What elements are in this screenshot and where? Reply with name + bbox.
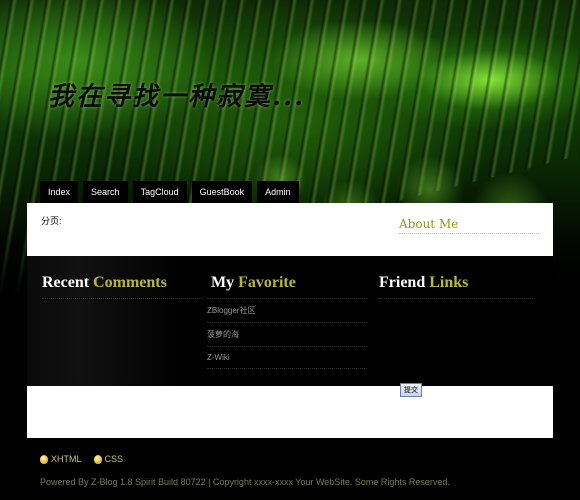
my-favorite-title: My Favorite xyxy=(207,274,367,299)
xhtml-label: XHTML xyxy=(51,454,82,464)
lower-panel: 提交 xyxy=(27,383,553,438)
nav-admin[interactable]: Admin xyxy=(257,181,299,203)
favorite-link-boluo[interactable]: 菠萝的海 xyxy=(207,323,367,347)
friend-links-title-lead: Friend xyxy=(379,274,426,291)
site-tagline: 我在寻找一种寂寞... xyxy=(48,82,306,112)
friend-links-widget: Friend Links xyxy=(379,274,533,299)
friend-links-title-accent: Links xyxy=(429,274,469,291)
xhtml-link[interactable]: XHTML xyxy=(40,454,82,464)
footer-validators: XHTML CSS xyxy=(40,454,123,464)
bulb-icon xyxy=(93,454,102,464)
my-favorite-widget: My Favorite ZBlogger社区 菠萝的海 Z-Wiki xyxy=(207,274,367,369)
recent-comments-title-accent: Comments xyxy=(93,274,167,291)
submit-button[interactable]: 提交 xyxy=(400,383,422,397)
content-panel: 分页: About Me xyxy=(27,203,553,256)
main-nav: Index Search TagCloud GuestBook Admin xyxy=(40,181,299,203)
nav-index[interactable]: Index xyxy=(40,181,79,203)
favorite-link-zblogger[interactable]: ZBlogger社区 xyxy=(207,299,367,323)
recent-comments-title: Recent Comments xyxy=(42,274,202,299)
friend-links-title: Friend Links xyxy=(379,274,533,299)
nav-search[interactable]: Search xyxy=(83,181,128,203)
footer-copyright: Powered By Z-Blog 1.8 Spirit Build 80722… xyxy=(40,477,450,487)
my-favorite-title-lead: My xyxy=(211,274,235,291)
bulb-icon xyxy=(40,454,48,464)
nav-tagcloud[interactable]: TagCloud xyxy=(132,181,187,203)
pager-label: 分页: xyxy=(41,216,62,226)
my-favorite-title-accent: Favorite xyxy=(238,274,296,291)
css-label: CSS xyxy=(104,454,124,464)
css-link[interactable]: CSS xyxy=(93,454,124,464)
nav-guestbook[interactable]: GuestBook xyxy=(191,181,253,203)
favorite-link-zwiki[interactable]: Z-Wiki xyxy=(207,347,367,369)
favorite-list: ZBlogger社区 菠萝的海 Z-Wiki xyxy=(207,299,367,369)
about-me-title: About Me xyxy=(399,217,539,234)
widget-band: Recent Comments My Favorite ZBlogger社区 菠… xyxy=(27,256,553,386)
recent-comments-title-lead: Recent xyxy=(42,274,90,291)
recent-comments-widget: Recent Comments xyxy=(42,274,202,299)
